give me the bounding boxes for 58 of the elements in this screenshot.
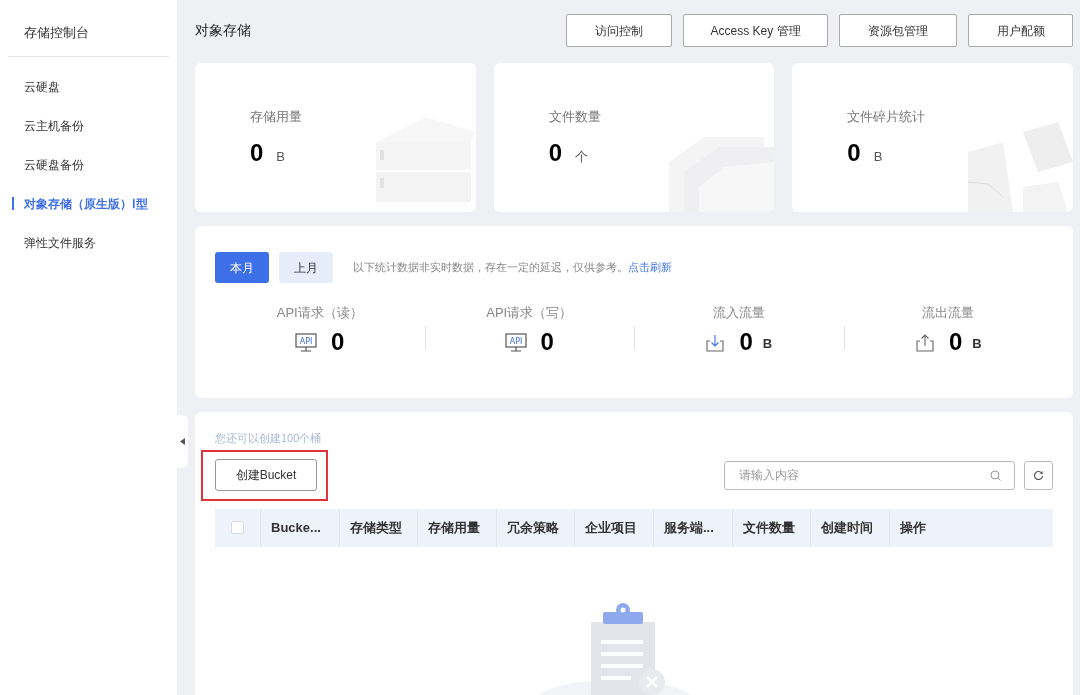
stat-value: 0: [548, 137, 563, 168]
search-icon: [990, 469, 1001, 481]
metric-label: 流入流量: [712, 304, 765, 322]
header-button[interactable]: Access Key 管理: [683, 14, 828, 47]
metric-value: 0: [540, 326, 554, 357]
quota-note: 您还可以创建100个桶: [215, 431, 323, 446]
stat-unit: B: [276, 147, 286, 166]
select-all-checkbox[interactable]: [231, 521, 244, 534]
create-bucket-button[interactable]: 创建Bucket: [215, 459, 317, 491]
metric-label: API请求（读）: [276, 304, 363, 322]
header-button[interactable]: 用户配额: [968, 14, 1073, 47]
metric-value: 0: [331, 326, 345, 357]
monitor-icon: [504, 332, 527, 352]
sidebar-item[interactable]: 云硬盘备份: [24, 155, 84, 174]
column-header[interactable]: 操作: [899, 517, 926, 538]
column-header[interactable]: Bucke...: [271, 517, 321, 538]
caret-icon: [180, 438, 185, 445]
stat-label: 存储用量: [250, 108, 303, 126]
column-header[interactable]: 企业项目: [585, 517, 638, 538]
metric-unit: B: [762, 335, 773, 353]
sidebar-item[interactable]: 对象存储（原生版）Ⅰ型: [24, 194, 148, 213]
refresh-link[interactable]: 点击刷新: [628, 261, 672, 274]
icon-label: API: [299, 336, 313, 346]
header-button[interactable]: 资源包管理: [839, 14, 957, 47]
monitor-icon: [295, 332, 317, 352]
period-tab[interactable]: 上月: [279, 252, 333, 283]
column-header[interactable]: 存储类型: [349, 517, 402, 538]
refresh-icon: [1033, 469, 1044, 481]
stat-label: 文件数量: [548, 108, 602, 126]
download-icon: [705, 332, 726, 353]
stat-unit: 个: [575, 147, 589, 166]
icon-label: API: [509, 336, 522, 346]
collapse-tab[interactable]: [177, 415, 188, 468]
metric-value: 0: [739, 326, 753, 357]
metric-unit: B: [972, 335, 982, 353]
sidebar-item[interactable]: 弹性文件服务: [24, 233, 96, 252]
column-header[interactable]: 文件数量: [742, 517, 795, 538]
metric-label: API请求（写）: [486, 304, 573, 322]
metric-label: 流出流量: [922, 304, 975, 322]
column-header[interactable]: 服务端...: [663, 517, 714, 538]
stat-label: 文件碎片统计: [847, 108, 927, 126]
page-title: 对象存储: [195, 20, 251, 40]
stat-value: 0: [847, 137, 861, 168]
header-button[interactable]: 访问控制: [566, 14, 672, 47]
sidebar-title: 存储控制台: [24, 25, 89, 40]
search-field[interactable]: 请输入内容: [724, 460, 1015, 490]
upload-icon: [914, 332, 935, 353]
sidebar-item[interactable]: 云主机备份: [24, 116, 84, 135]
stat-value: 0: [250, 137, 264, 168]
refresh-button[interactable]: [1024, 460, 1053, 490]
column-header[interactable]: 创建时间: [821, 517, 874, 538]
metric-value: 0: [948, 326, 963, 357]
period-tab[interactable]: 本月: [215, 252, 269, 283]
column-header[interactable]: 存储用量: [428, 517, 481, 538]
column-header[interactable]: 冗余策略: [506, 517, 559, 538]
notice-text: 以下统计数据非实时数据，存在一定的延迟，仅供参考。点击刷新: [353, 260, 672, 276]
sidebar-item[interactable]: 云硬盘: [24, 77, 60, 96]
stat-unit: B: [873, 147, 883, 166]
